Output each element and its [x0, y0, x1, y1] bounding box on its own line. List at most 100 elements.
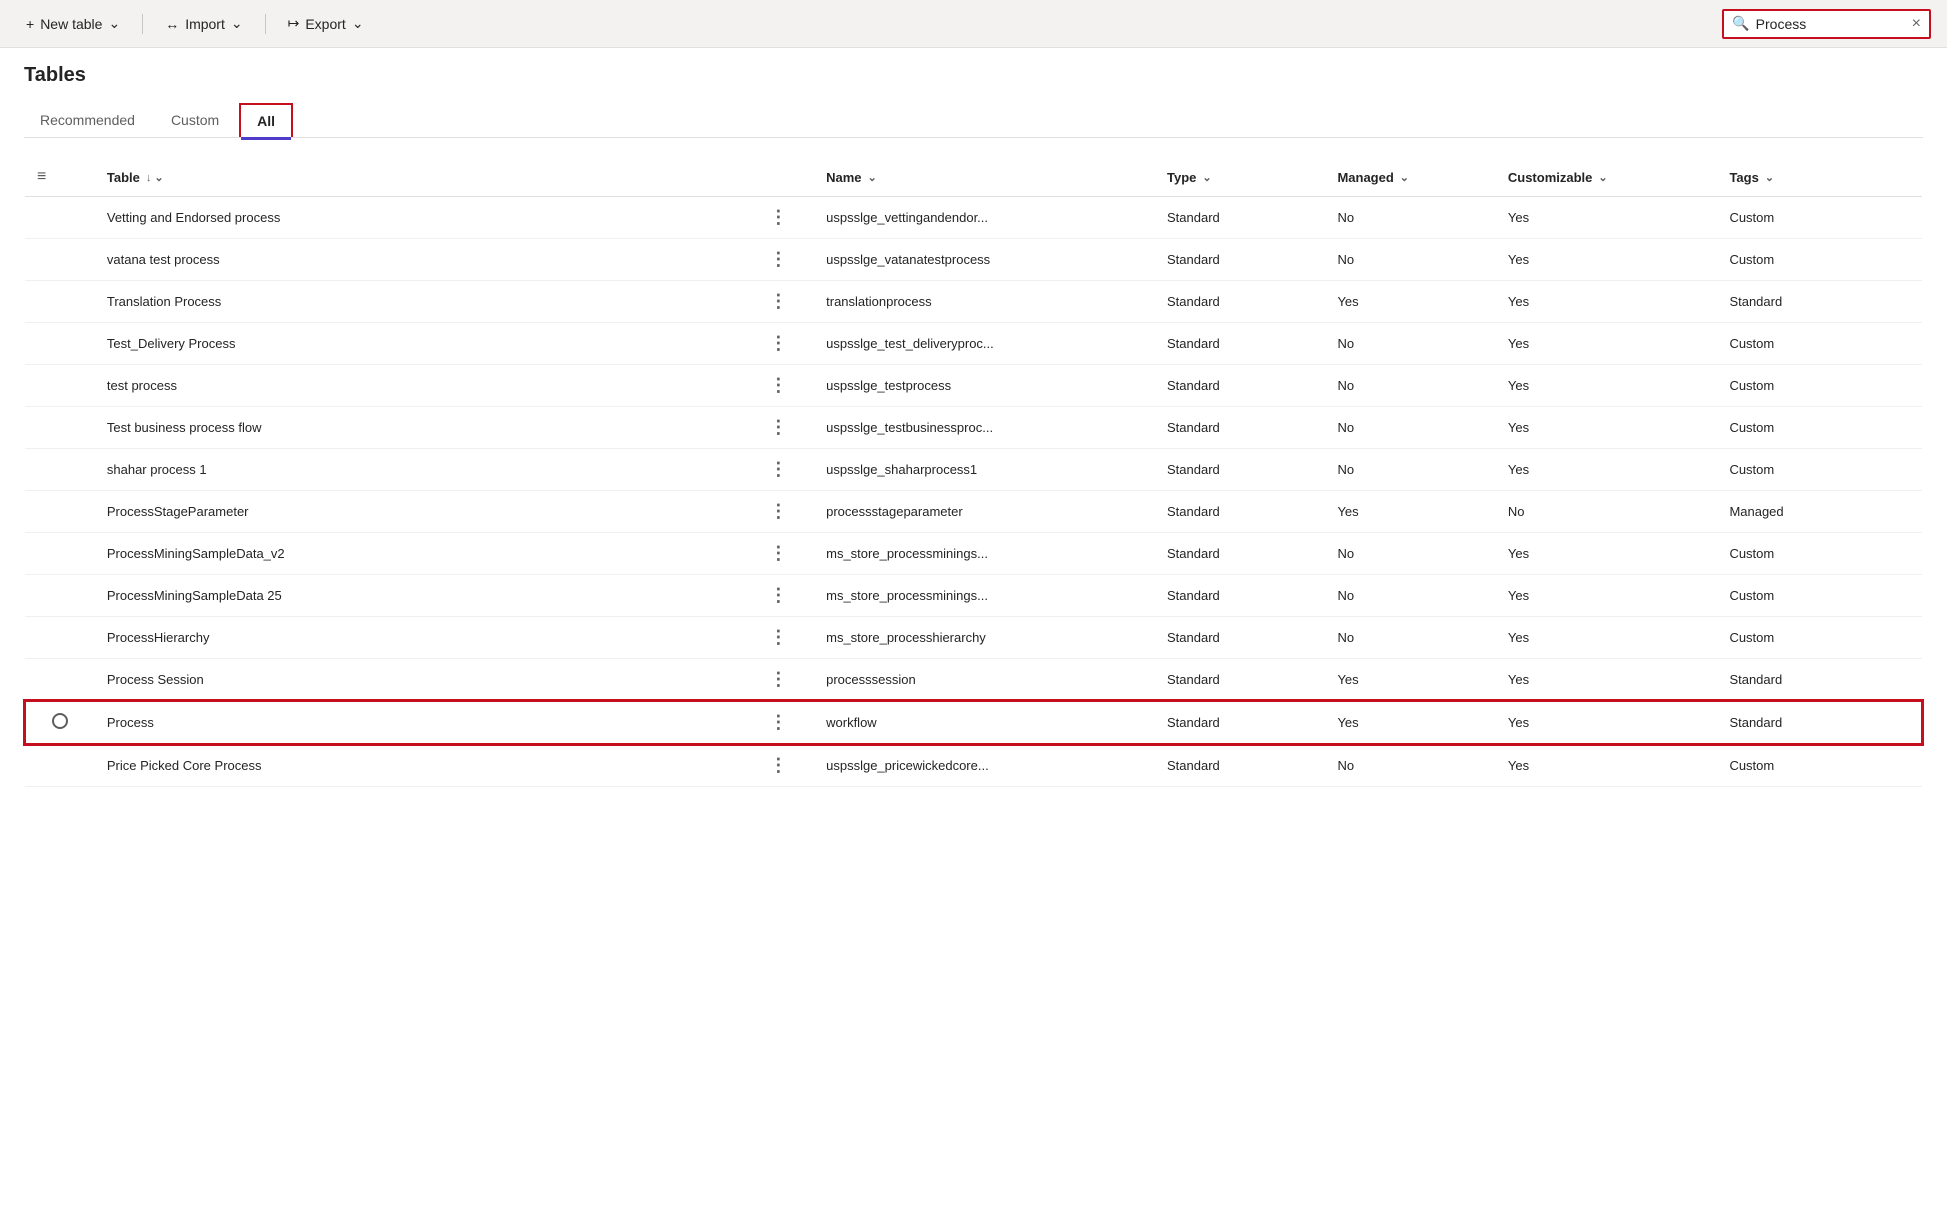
search-clear-button[interactable]: ×: [1912, 15, 1921, 33]
row-menu-10[interactable]: ⋮: [743, 575, 815, 617]
col-header-tags[interactable]: Tags ⌄: [1717, 158, 1922, 197]
menu-dots-icon[interactable]: ⋮: [769, 712, 787, 732]
col-header-customizable[interactable]: Customizable ⌄: [1496, 158, 1718, 197]
table-row[interactable]: Price Picked Core Process ⋮ uspsslge_pri…: [25, 744, 1922, 787]
row-name-3: translationprocess: [814, 281, 1155, 323]
menu-dots-icon[interactable]: ⋮: [769, 333, 787, 353]
menu-dots-icon[interactable]: ⋮: [769, 459, 787, 479]
export-button[interactable]: ↦ Export ⌄: [278, 9, 374, 38]
row-tags-6: Custom: [1717, 407, 1922, 449]
row-checkbox-7[interactable]: [25, 449, 95, 491]
row-menu-7[interactable]: ⋮: [743, 449, 815, 491]
row-tags-12: Standard: [1717, 659, 1922, 702]
col-customizable-sort-icon: ⌄: [1598, 171, 1607, 184]
row-customizable-9: Yes: [1496, 533, 1718, 575]
row-checkbox-10[interactable]: [25, 575, 95, 617]
row-table-name-5: test process: [95, 365, 743, 407]
row-checkbox-4[interactable]: [25, 323, 95, 365]
new-table-label: New table: [40, 16, 102, 32]
menu-dots-icon[interactable]: ⋮: [769, 501, 787, 521]
row-menu-8[interactable]: ⋮: [743, 491, 815, 533]
table-row[interactable]: Process ⋮ workflow Standard Yes Yes Stan…: [25, 701, 1922, 744]
tab-all[interactable]: All: [239, 103, 293, 137]
table-row[interactable]: ProcessMiningSampleData_v2 ⋮ ms_store_pr…: [25, 533, 1922, 575]
menu-dots-icon[interactable]: ⋮: [769, 249, 787, 269]
row-table-name-14: Price Picked Core Process: [95, 744, 743, 787]
row-menu-5[interactable]: ⋮: [743, 365, 815, 407]
row-table-name-8: ProcessStageParameter: [95, 491, 743, 533]
tabs-container: Recommended Custom All: [24, 103, 1923, 138]
table-row[interactable]: vatana test process ⋮ uspsslge_vatanates…: [25, 239, 1922, 281]
page-content: Tables Recommended Custom All ≡ Table ↓ …: [0, 48, 1947, 803]
separator-2: [265, 14, 266, 34]
row-menu-11[interactable]: ⋮: [743, 617, 815, 659]
import-icon: ↔: [165, 16, 179, 32]
row-checkbox-1[interactable]: [25, 197, 95, 239]
page-title: Tables: [24, 64, 1923, 87]
row-managed-12: Yes: [1325, 659, 1495, 702]
row-checkbox-3[interactable]: [25, 281, 95, 323]
row-checkbox-14[interactable]: [25, 744, 95, 787]
row-checkbox-13[interactable]: [25, 701, 95, 744]
menu-dots-icon[interactable]: ⋮: [769, 585, 787, 605]
table-row[interactable]: ProcessMiningSampleData 25 ⋮ ms_store_pr…: [25, 575, 1922, 617]
row-menu-14[interactable]: ⋮: [743, 744, 815, 787]
col-header-name[interactable]: Name ⌄: [814, 158, 1155, 197]
tab-custom[interactable]: Custom: [155, 103, 235, 137]
row-menu-3[interactable]: ⋮: [743, 281, 815, 323]
row-name-6: uspsslge_testbusinessproc...: [814, 407, 1155, 449]
menu-dots-icon[interactable]: ⋮: [769, 669, 787, 689]
toolbar: + New table ⌄ ↔ Import ⌄ ↦ Export ⌄ 🔍 ×: [0, 0, 1947, 48]
col-header-managed[interactable]: Managed ⌄: [1325, 158, 1495, 197]
row-type-1: Standard: [1155, 197, 1325, 239]
row-menu-13[interactable]: ⋮: [743, 701, 815, 744]
row-menu-6[interactable]: ⋮: [743, 407, 815, 449]
table-row[interactable]: Vetting and Endorsed process ⋮ uspsslge_…: [25, 197, 1922, 239]
row-customizable-6: Yes: [1496, 407, 1718, 449]
row-checkbox-11[interactable]: [25, 617, 95, 659]
import-button[interactable]: ↔ Import ⌄: [155, 9, 252, 38]
col-header-table[interactable]: Table ↓ ⌄: [95, 158, 743, 197]
row-type-2: Standard: [1155, 239, 1325, 281]
separator-1: [142, 14, 143, 34]
search-icon: 🔍: [1732, 15, 1749, 32]
table-row[interactable]: Test business process flow ⋮ uspsslge_te…: [25, 407, 1922, 449]
menu-dots-icon[interactable]: ⋮: [769, 417, 787, 437]
table-row[interactable]: Translation Process ⋮ translationprocess…: [25, 281, 1922, 323]
col-header-type[interactable]: Type ⌄: [1155, 158, 1325, 197]
row-managed-4: No: [1325, 323, 1495, 365]
row-checkbox-9[interactable]: [25, 533, 95, 575]
menu-dots-icon[interactable]: ⋮: [769, 291, 787, 311]
table-row[interactable]: test process ⋮ uspsslge_testprocess Stan…: [25, 365, 1922, 407]
row-checkbox-6[interactable]: [25, 407, 95, 449]
table-row[interactable]: ProcessStageParameter ⋮ processstagepara…: [25, 491, 1922, 533]
row-menu-9[interactable]: ⋮: [743, 533, 815, 575]
menu-dots-icon[interactable]: ⋮: [769, 543, 787, 563]
row-managed-2: No: [1325, 239, 1495, 281]
row-checkbox-8[interactable]: [25, 491, 95, 533]
row-type-14: Standard: [1155, 744, 1325, 787]
row-table-name-6: Test business process flow: [95, 407, 743, 449]
table-row[interactable]: ProcessHierarchy ⋮ ms_store_processhiera…: [25, 617, 1922, 659]
row-menu-12[interactable]: ⋮: [743, 659, 815, 702]
table-row[interactable]: shahar process 1 ⋮ uspsslge_shaharproces…: [25, 449, 1922, 491]
row-menu-2[interactable]: ⋮: [743, 239, 815, 281]
table-row[interactable]: Process Session ⋮ processsession Standar…: [25, 659, 1922, 702]
row-tags-3: Standard: [1717, 281, 1922, 323]
menu-dots-icon[interactable]: ⋮: [769, 375, 787, 395]
tab-recommended[interactable]: Recommended: [24, 103, 151, 137]
menu-dots-icon[interactable]: ⋮: [769, 755, 787, 775]
new-table-button[interactable]: + New table ⌄: [16, 9, 130, 38]
row-checkbox-12[interactable]: [25, 659, 95, 702]
row-menu-1[interactable]: ⋮: [743, 197, 815, 239]
row-checkbox-5[interactable]: [25, 365, 95, 407]
search-input[interactable]: [1756, 16, 1906, 32]
row-table-name-2: vatana test process: [95, 239, 743, 281]
menu-dots-icon[interactable]: ⋮: [769, 207, 787, 227]
table-row[interactable]: Test_Delivery Process ⋮ uspsslge_test_de…: [25, 323, 1922, 365]
row-type-3: Standard: [1155, 281, 1325, 323]
menu-dots-icon[interactable]: ⋮: [769, 627, 787, 647]
row-tags-4: Custom: [1717, 323, 1922, 365]
row-checkbox-2[interactable]: [25, 239, 95, 281]
row-menu-4[interactable]: ⋮: [743, 323, 815, 365]
